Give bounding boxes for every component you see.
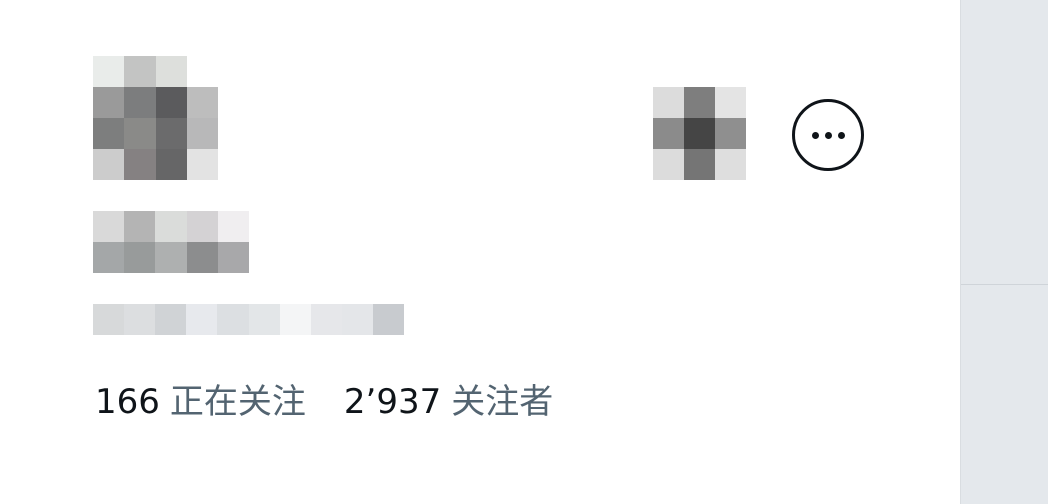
followers-link[interactable]: 2’937 关注者 xyxy=(344,378,553,426)
profile-header: 166 正在关注 2’937 关注者 xyxy=(0,0,960,504)
action-icon[interactable] xyxy=(653,87,746,180)
avatar[interactable] xyxy=(93,56,218,180)
following-count: 166 xyxy=(95,382,160,422)
following-link[interactable]: 166 正在关注 xyxy=(95,378,306,426)
sidebar-divider xyxy=(961,284,1048,285)
right-sidebar xyxy=(960,0,1048,504)
following-label: 正在关注 xyxy=(169,382,306,422)
follow-stats: 166 正在关注 2’937 关注者 xyxy=(95,378,553,426)
display-name xyxy=(93,211,249,273)
followers-label: 关注者 xyxy=(451,382,554,422)
more-horizontal-icon xyxy=(811,131,845,139)
username-handle xyxy=(93,304,404,335)
more-options-button[interactable] xyxy=(792,99,864,171)
followers-count: 2’937 xyxy=(343,382,442,422)
